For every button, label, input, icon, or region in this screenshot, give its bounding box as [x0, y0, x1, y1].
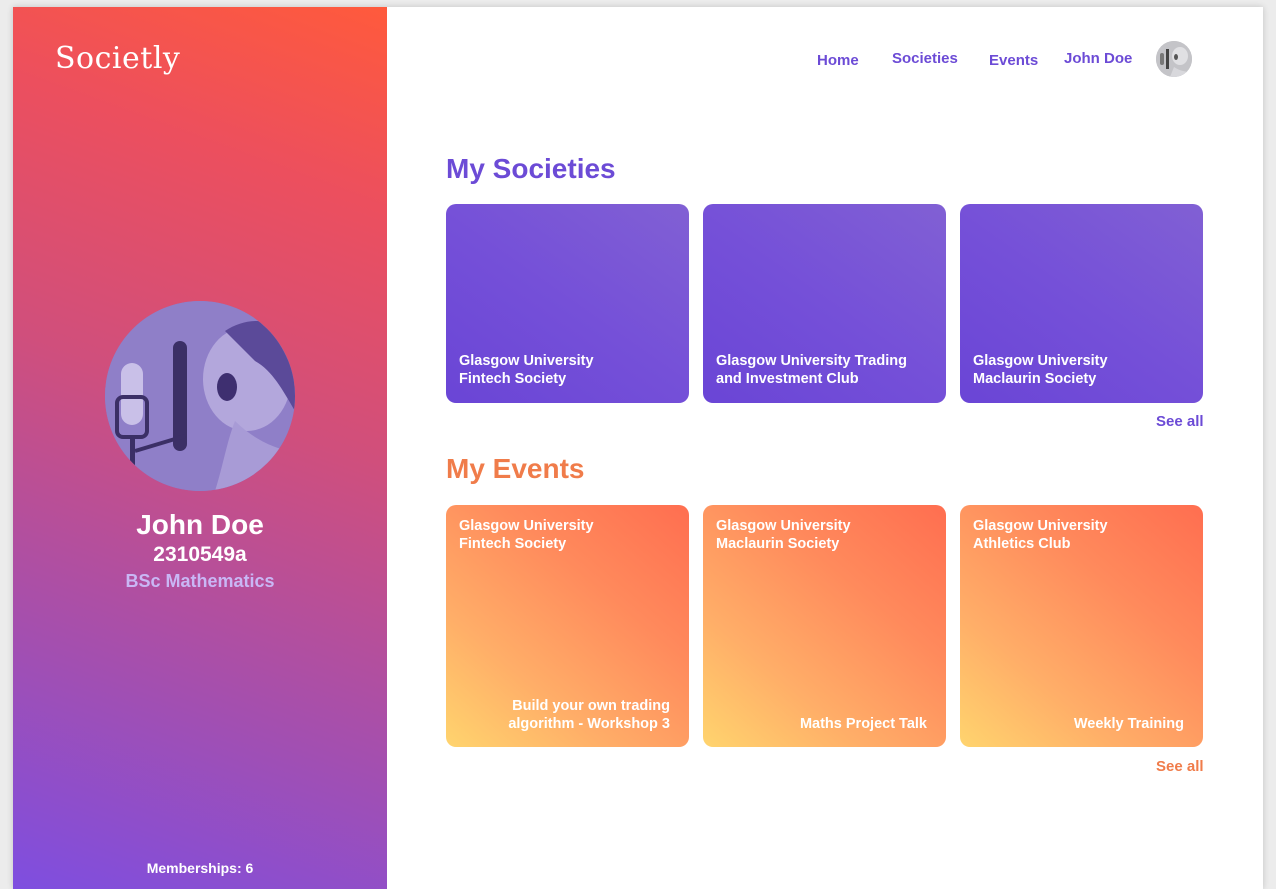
profile-course: BSc Mathematics — [125, 571, 275, 591]
event-card[interactable]: Glasgow University Fintech Society Build… — [446, 505, 689, 747]
user-avatar-button[interactable] — [1156, 41, 1192, 77]
my-societies-title: My Societies — [446, 153, 616, 184]
events-see-all-link[interactable]: See all — [1156, 758, 1204, 775]
nav-societies[interactable]: Societies — [892, 50, 958, 67]
society-card[interactable]: Glasgow University Fintech Society — [446, 204, 689, 403]
event-card[interactable]: Glasgow University Athletics Club Weekly… — [960, 505, 1203, 747]
event-card-society: Glasgow University Maclaurin Society — [716, 518, 851, 552]
event-card-title: Weekly Training — [1073, 716, 1184, 732]
event-card-society: Glasgow University Fintech Society — [459, 518, 594, 552]
memberships-count: Memberships: 6 — [146, 860, 254, 876]
app-window: Societly John Doe 2310549a BSc Mathemati… — [13, 7, 1263, 889]
event-card-title: Maths Project Talk — [799, 716, 927, 732]
profile-sidebar: Societly John Doe 2310549a BSc Mathemati… — [13, 7, 387, 889]
profile-avatar — [105, 301, 295, 491]
my-events-title: My Events — [446, 453, 585, 484]
society-card-name: Glasgow University Fintech Society — [459, 353, 594, 387]
event-card[interactable]: Glasgow University Maclaurin Society Mat… — [703, 505, 946, 747]
societies-see-all-link[interactable]: See all — [1156, 413, 1204, 430]
user-avatar-icon — [1156, 41, 1192, 77]
profile-photo-icon — [105, 301, 295, 491]
society-card[interactable]: Glasgow University Trading and Investmen… — [703, 204, 946, 403]
nav-home[interactable]: Home — [817, 52, 859, 69]
nav-user[interactable]: John Doe — [1064, 50, 1132, 67]
society-card-name: Glasgow University Maclaurin Society — [973, 353, 1108, 387]
society-card[interactable]: Glasgow University Maclaurin Society — [960, 204, 1203, 403]
brand-logo[interactable]: Societly — [55, 41, 180, 76]
nav-events[interactable]: Events — [989, 52, 1038, 69]
event-card-title: Build your own trading algorithm - Works… — [508, 698, 670, 732]
society-card-name: Glasgow University Trading and Investmen… — [716, 353, 907, 387]
profile-name: John Doe — [136, 509, 264, 540]
profile-student-id: 2310549a — [153, 543, 247, 566]
event-card-society: Glasgow University Athletics Club — [973, 518, 1108, 552]
